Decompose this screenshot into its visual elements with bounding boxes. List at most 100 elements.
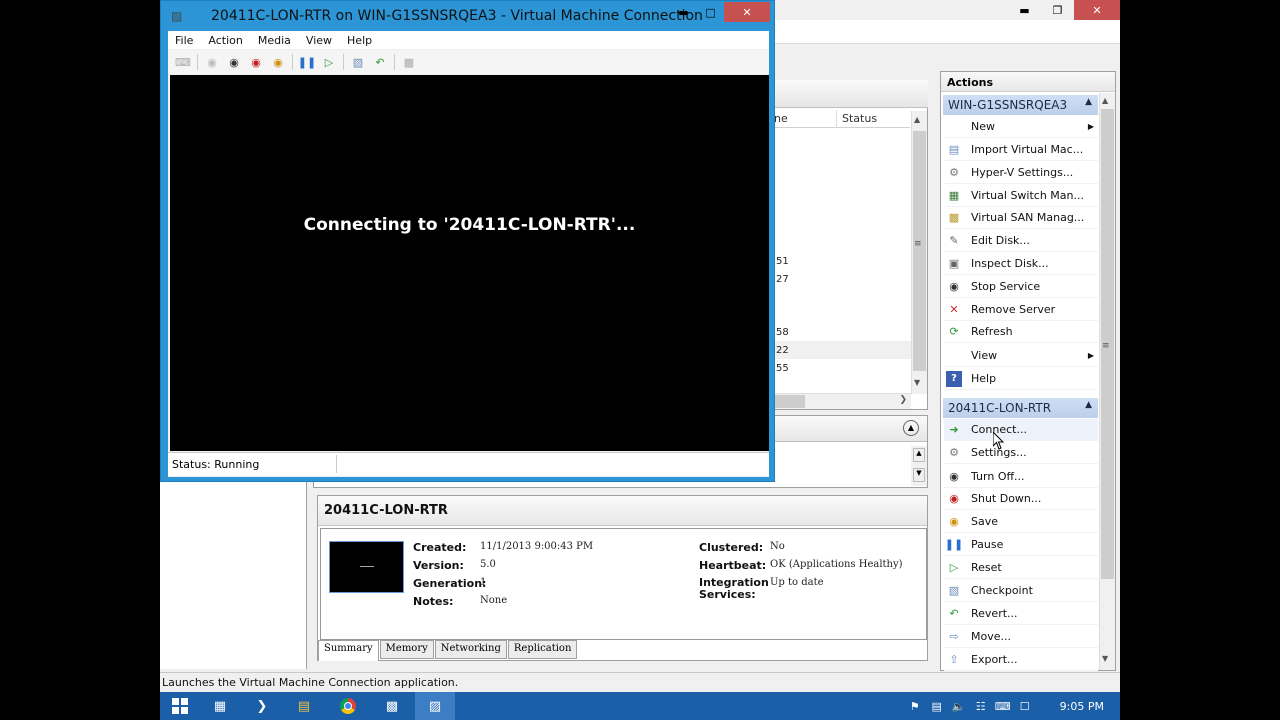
minimize-icon[interactable]: ▬ [670, 2, 697, 22]
chrome-taskbar-icon[interactable] [328, 692, 368, 720]
file-explorer-taskbar-icon[interactable]: ▤ [284, 692, 324, 720]
tab-summary[interactable]: Summary [318, 640, 379, 661]
action-reset[interactable]: ▷ Reset [944, 557, 1098, 579]
action-help[interactable]: ? Help [944, 368, 1098, 390]
close-icon[interactable]: ✕ [1074, 0, 1120, 20]
export-icon: ⇧ [949, 653, 959, 666]
turn-off-icon: ◉ [949, 470, 959, 483]
taskbar-clock[interactable]: 9:05 PM [1060, 700, 1104, 713]
action-shut-down[interactable]: ◉ Shut Down... [944, 488, 1098, 510]
actions-title: Actions [941, 72, 1115, 92]
submenu-arrow-icon: ▶ [1087, 122, 1094, 131]
tab-networking[interactable]: Networking [434, 640, 507, 659]
action-turn-off[interactable]: ◉ Turn Off... [944, 466, 1098, 488]
action-virtual-san-manager[interactable]: ▩ Virtual SAN Manag... [944, 207, 1098, 229]
reset-icon[interactable]: ▷ [318, 52, 340, 72]
checkpoints-scrollbar[interactable]: ▲ ▼ [911, 446, 927, 486]
action-settings[interactable]: ⚙ Settings... [944, 442, 1098, 464]
revert-icon[interactable]: ↶ [369, 52, 391, 72]
vm-list-column-header: ne Status [770, 110, 910, 128]
action-view[interactable]: View ▶ [944, 345, 1098, 367]
restore-icon[interactable]: ❐ [1041, 0, 1074, 20]
display-icon[interactable]: ▤ [926, 700, 948, 713]
vm-connection-titlebar[interactable]: ▨ 20411C-LON-RTR on WIN-G1SSNSRQEA3 - Vi… [161, 1, 776, 31]
vm-display[interactable]: Connecting to '20411C-LON-RTR'... [170, 75, 769, 451]
action-stop-service[interactable]: ◉ Stop Service [944, 276, 1098, 298]
flag-icon[interactable]: ⚑ [904, 700, 926, 713]
notes-label: Notes: [413, 595, 454, 608]
action-edit-disk[interactable]: ✎ Edit Disk... [944, 230, 1098, 252]
action-virtual-switch-manager[interactable]: ▦ Virtual Switch Man... [944, 185, 1098, 207]
enhanced-session-icon[interactable]: ▩ [398, 52, 420, 72]
vm-actions-group[interactable]: 20411C-LON-RTR ▲ [943, 398, 1098, 418]
tab-memory[interactable]: Memory [379, 640, 434, 659]
action-checkpoint[interactable]: ▧ Checkpoint [944, 580, 1098, 602]
column-name-header[interactable]: ne [774, 112, 788, 125]
vm-list-vertical-scrollbar[interactable]: ▲ ≡ ▼ [911, 111, 927, 394]
vm-list-horizontal-scrollbar[interactable]: ❯ [770, 393, 911, 409]
column-status-header[interactable]: Status [842, 112, 877, 125]
vm-group-label: 20411C-LON-RTR [948, 401, 1052, 415]
action-import-virtual-machine[interactable]: ▤ Import Virtual Mac... [944, 139, 1098, 161]
vm-details-tabs: Summary Memory Networking Replication [318, 640, 578, 661]
powershell-taskbar-icon[interactable]: ❯ [242, 692, 282, 720]
keyboard-icon[interactable]: ⌨ [992, 700, 1014, 713]
server-manager-taskbar-icon[interactable]: ▦ [200, 692, 240, 720]
collapse-icon[interactable]: ▲ [903, 420, 919, 436]
menu-media[interactable]: Media [258, 31, 291, 49]
menu-help[interactable]: Help [347, 31, 372, 49]
vm-connection-toolbar: ⌨ ◉ ◉ ◉ ◉ ❚❚ ▷ ▧ ↶ ▩ [168, 50, 769, 74]
inspect-disk-icon: ▣ [948, 257, 960, 270]
remove-icon: ✕ [949, 303, 959, 316]
action-export[interactable]: ⇧ Export... [944, 649, 1098, 671]
action-inspect-disk[interactable]: ▣ Inspect Disk... [944, 253, 1098, 275]
minimize-icon[interactable]: ▬ [1008, 0, 1041, 20]
vm-connection-app-icon[interactable]: ▨ [171, 9, 182, 23]
action-new[interactable]: New ▶ [944, 116, 1098, 138]
checkpoint-icon[interactable]: ▧ [347, 52, 369, 72]
ctrl-alt-del-icon[interactable]: ⌨ [172, 52, 194, 72]
start-icon[interactable]: ◉ [201, 52, 223, 72]
action-save[interactable]: ◉ Save [944, 511, 1098, 533]
menu-file[interactable]: File [175, 31, 193, 49]
start-button[interactable] [160, 692, 200, 720]
pause-icon[interactable]: ❚❚ [296, 52, 318, 72]
collapse-arrow-icon[interactable]: ▲ [1085, 97, 1092, 107]
close-icon[interactable]: ✕ [724, 2, 770, 22]
maximize-icon[interactable]: □ [697, 2, 724, 22]
action-refresh[interactable]: ⟳ Refresh [944, 321, 1098, 343]
actions-scrollbar[interactable]: ▲ ≡ ▼ [1099, 93, 1115, 670]
vm-connection-window: ▨ 20411C-LON-RTR on WIN-G1SSNSRQEA3 - Vi… [160, 0, 775, 482]
reset-icon: ▷ [949, 561, 959, 574]
stop-icon: ◉ [949, 280, 959, 293]
selected-vm-row[interactable] [771, 341, 911, 359]
vm-row-value: 22 [776, 345, 789, 356]
move-icon: ⇨ [949, 630, 959, 643]
vm-connection-taskbar-icon[interactable]: ▨ [415, 692, 455, 720]
network-icon[interactable]: ☷ [970, 700, 992, 713]
version-value: 5.0 [480, 559, 496, 570]
menu-view[interactable]: View [306, 31, 332, 49]
action-hyperv-settings[interactable]: ⚙ Hyper-V Settings... [944, 162, 1098, 184]
edit-disk-icon: ✎ [949, 234, 959, 247]
vm-summary-area [320, 528, 927, 640]
collapse-arrow-icon[interactable]: ▲ [1085, 400, 1092, 410]
hyperv-manager-taskbar-icon[interactable]: ▩ [372, 692, 412, 720]
server-actions-group[interactable]: WIN-G1SSNSRQEA3 ▲ [943, 95, 1098, 115]
help-icon: ? [946, 370, 962, 387]
volume-icon[interactable]: 🔈 [948, 700, 970, 713]
action-remove-server[interactable]: ✕ Remove Server [944, 299, 1098, 321]
turn-off-icon[interactable]: ◉ [223, 52, 245, 72]
action-revert[interactable]: ↶ Revert... [944, 603, 1098, 625]
vm-row-value: 55 [776, 363, 789, 374]
integration-services-value: Up to date [770, 577, 824, 588]
menu-action[interactable]: Action [208, 31, 242, 49]
action-connect[interactable]: ➜ Connect... [944, 419, 1098, 441]
save-icon[interactable]: ◉ [267, 52, 289, 72]
action-move[interactable]: ⇨ Move... [944, 626, 1098, 648]
notes-icon[interactable]: ☐ [1014, 700, 1036, 713]
shutdown-icon[interactable]: ◉ [245, 52, 267, 72]
tab-replication[interactable]: Replication [507, 640, 578, 659]
vm-thumbnail[interactable] [329, 541, 404, 593]
action-pause[interactable]: ❚❚ Pause [944, 534, 1098, 556]
